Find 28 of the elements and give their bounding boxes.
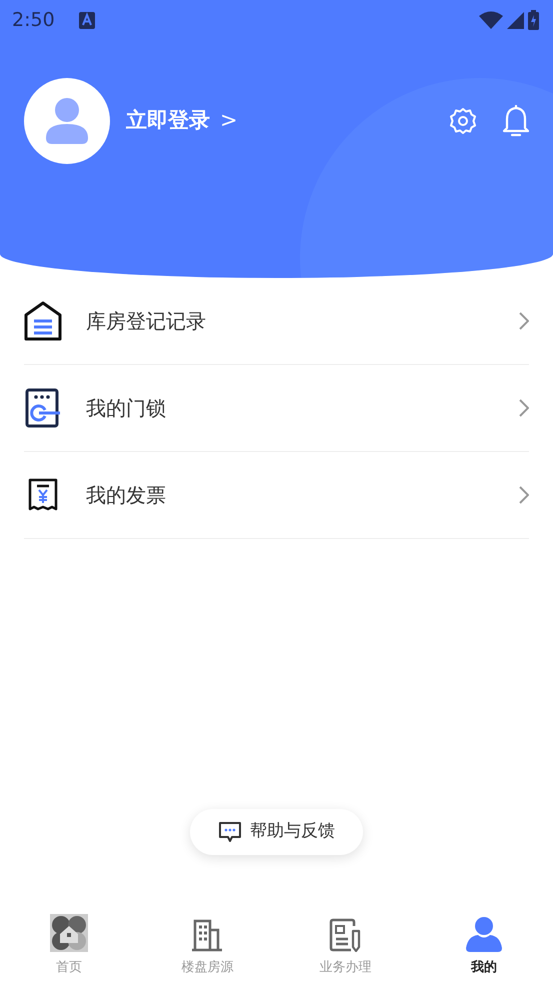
- menu-item[interactable]: 库房登记记录: [24, 278, 529, 365]
- notification-icon: [78, 12, 95, 28]
- chevron-icon: [519, 399, 529, 417]
- menu-item[interactable]: 我的门锁: [24, 365, 529, 452]
- receipt-icon: [28, 478, 58, 512]
- door-lock-icon: [25, 388, 61, 428]
- house-icon: [24, 301, 62, 341]
- chat-icon: [218, 821, 242, 843]
- menu-label: 我的门锁: [86, 395, 166, 422]
- signal-icon: [507, 12, 524, 28]
- notification-bell-icon[interactable]: [503, 105, 529, 137]
- login-link[interactable]: 立即登录 >: [126, 105, 238, 137]
- tab-item[interactable]: 我的: [434, 916, 534, 977]
- wifi-icon: [479, 11, 503, 29]
- building-icon: [190, 918, 224, 952]
- home-icon: [50, 914, 88, 952]
- help-feedback-button[interactable]: 帮助与反馈: [190, 809, 363, 855]
- chevron-icon: [519, 486, 529, 504]
- person-icon: [466, 916, 502, 952]
- settings-icon[interactable]: [449, 107, 477, 135]
- menu-label: 库房登记记录: [86, 308, 206, 335]
- document-pen-icon: [328, 918, 363, 952]
- status-time: 2:50: [12, 8, 55, 33]
- menu-item[interactable]: 我的发票: [24, 452, 529, 539]
- chevron-icon: [519, 312, 529, 330]
- menu-label: 我的发票: [86, 482, 166, 509]
- person-icon: [46, 98, 88, 144]
- battery-icon: [528, 10, 539, 30]
